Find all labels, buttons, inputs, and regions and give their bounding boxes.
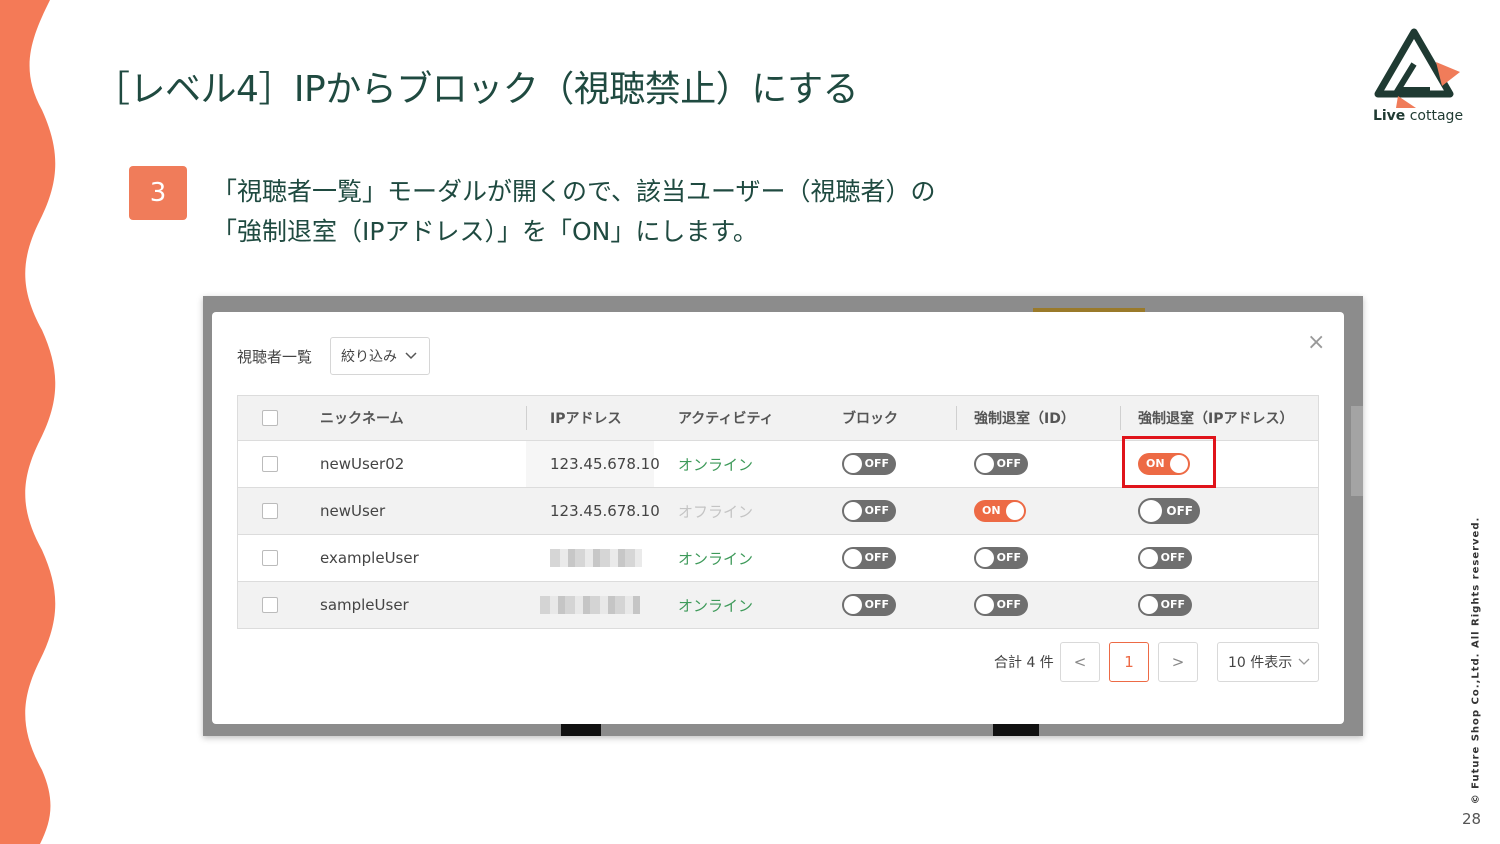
step-line-1: 「視聴者一覧」モーダルが開くので、該当ユーザー（視聴者）の [212, 177, 936, 206]
column-header-block: ブロック [842, 411, 898, 427]
current-page-button[interactable]: 1 [1109, 642, 1149, 682]
viewer-table: ニックネーム IPアドレス アクティビティ ブロック 強制退室（ID） 強制退室… [237, 395, 1319, 629]
viewer-list-modal: 視聴者一覧 絞り込み × ニックネーム IPアドレス アクティビティ ブロック … [212, 312, 1344, 724]
step-instructions: 「視聴者一覧」モーダルが開くので、該当ユーザー（視聴者）の 「強制退室（IPアド… [212, 172, 936, 252]
kick-ip-toggle[interactable]: OFF [1138, 594, 1192, 616]
slide-title: ［レベル4］IPからブロック（視聴禁止）にする [94, 69, 859, 110]
activity-status: オフライン [678, 502, 754, 521]
copyright: © Future Shop Co.,Ltd. All Rights reserv… [1470, 516, 1482, 804]
next-page-button[interactable]: > [1158, 642, 1198, 682]
table-row: exampleUser オンライン OFF OFF OFF [238, 535, 1318, 582]
kick-ip-toggle[interactable]: OFF [1138, 547, 1192, 569]
decorative-wave [0, 0, 56, 844]
ip-address: 123.45.678.10 [550, 502, 660, 520]
ip-address-redacted [550, 549, 642, 567]
nickname: newUser [320, 502, 386, 520]
row-checkbox[interactable] [262, 597, 278, 613]
column-header-kick-ip: 強制退室（IPアドレス） [1138, 411, 1294, 427]
row-checkbox[interactable] [262, 550, 278, 566]
modal-title: 視聴者一覧 [237, 348, 313, 366]
block-toggle[interactable]: OFF [842, 500, 896, 522]
nickname: newUser02 [320, 455, 405, 473]
column-header-kick-id: 強制退室（ID） [974, 411, 1075, 427]
filter-dropdown[interactable]: 絞り込み [330, 337, 430, 375]
logo-wordmark: Live cottage [1372, 108, 1464, 124]
ip-address-redacted [540, 596, 640, 614]
per-page-label: 10 件表示 [1228, 655, 1293, 671]
per-page-select[interactable]: 10 件表示 [1217, 642, 1319, 682]
block-toggle[interactable]: OFF [842, 594, 896, 616]
row-checkbox[interactable] [262, 456, 278, 472]
prev-page-button[interactable]: < [1060, 642, 1100, 682]
nickname: sampleUser [320, 596, 409, 614]
filter-label: 絞り込み [341, 349, 397, 365]
total-count: 合計 4 件 [994, 655, 1054, 671]
row-checkbox[interactable] [262, 503, 278, 519]
activity-status: オンライン [678, 455, 754, 474]
table-row: newUser 123.45.678.10 オフライン OFF ON OFF [238, 488, 1318, 535]
chevron-down-icon [405, 352, 417, 360]
page-number: 28 [1462, 810, 1482, 828]
column-header-ip: IPアドレス [550, 411, 622, 427]
activity-status: オンライン [678, 596, 754, 615]
kick-id-toggle[interactable]: OFF [974, 547, 1028, 569]
ip-address: 123.45.678.10 [550, 455, 660, 473]
activity-status: オンライン [678, 549, 754, 568]
block-toggle[interactable]: OFF [842, 547, 896, 569]
highlight-box [1122, 436, 1216, 488]
kick-id-toggle[interactable]: OFF [974, 594, 1028, 616]
select-all-checkbox[interactable] [262, 410, 278, 426]
step-line-2: 「強制退室（IPアドレス）」を「ON」にします。 [212, 217, 758, 246]
table-header: ニックネーム IPアドレス アクティビティ ブロック 強制退室（ID） 強制退室… [238, 396, 1318, 441]
kick-ip-toggle[interactable]: OFF [1138, 498, 1200, 524]
chevron-down-icon [1298, 658, 1310, 665]
close-icon[interactable]: × [1307, 330, 1325, 355]
viewer-list-screenshot: 視聴者一覧 絞り込み × ニックネーム IPアドレス アクティビティ ブロック … [203, 296, 1363, 736]
block-toggle[interactable]: OFF [842, 453, 896, 475]
nickname: exampleUser [320, 549, 419, 567]
kick-id-toggle[interactable]: ON [974, 500, 1026, 522]
step-number-badge: 3 [129, 166, 187, 220]
kick-id-toggle[interactable]: OFF [974, 453, 1028, 475]
table-row: sampleUser オンライン OFF OFF OFF [238, 582, 1318, 628]
column-header-nickname: ニックネーム [320, 411, 404, 427]
column-header-activity: アクティビティ [678, 411, 774, 427]
